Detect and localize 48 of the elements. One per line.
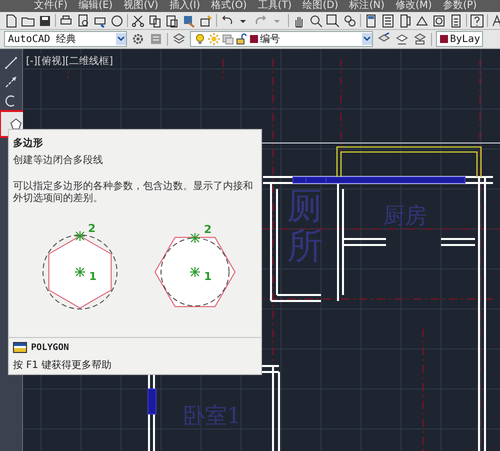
room-label: 卧室1 (183, 403, 241, 431)
ray-tool-icon (4, 75, 18, 89)
copy-icon[interactable] (148, 14, 162, 28)
color-dropdown[interactable]: ByLay (436, 31, 483, 47)
tooltip-subtitle: 创建等边闭合多段线 (13, 155, 104, 167)
padlock-icon (236, 33, 248, 45)
new-file-icon[interactable] (4, 14, 18, 28)
command-icon (13, 342, 27, 353)
layer-properties-icon[interactable] (172, 32, 186, 46)
menu-item[interactable]: 格式(O) (211, 0, 247, 12)
menu-item[interactable]: 编辑(E) (78, 0, 113, 12)
menu-item[interactable]: 参数(P) (442, 0, 477, 12)
menu-item[interactable]: 修改(M) (396, 0, 432, 12)
help-hint: 按 F1 键获得更多帮助 (13, 358, 112, 372)
menu-item[interactable]: 插入(I) (169, 0, 200, 12)
command-name: POLYGON (31, 342, 69, 352)
point-label: 2 (88, 222, 96, 235)
printer-icon[interactable] (59, 14, 73, 28)
tooltip-description: 可以指定多边形的各种参数，包含边数。显示了内接和外切选项间的差别。 (13, 181, 254, 205)
line-tool-icon (4, 56, 18, 70)
workspace-dropdown[interactable]: AutoCAD 经典 (4, 31, 127, 47)
match-properties-icon[interactable] (182, 14, 196, 28)
print-preview-icon[interactable] (76, 14, 90, 28)
sun-icon (208, 33, 220, 45)
menu-item[interactable]: 视图(V) (124, 0, 158, 12)
room-label: 厨房 (383, 203, 427, 231)
help-icon[interactable] (470, 14, 484, 28)
zoom-realtime-icon[interactable] (309, 14, 323, 28)
polygon-tool-icon (9, 117, 23, 131)
lightbulb-icon (194, 33, 206, 45)
paste-icon[interactable] (165, 14, 179, 28)
point-label: 2 (204, 223, 212, 236)
properties-icon[interactable] (364, 14, 378, 28)
point-label: 1 (204, 270, 212, 283)
room-label: 厕所 (287, 187, 323, 266)
menu-item[interactable]: 绘图(D) (302, 0, 338, 12)
layer-match-icon[interactable] (395, 32, 409, 46)
menu-item[interactable]: 工具(T) (258, 0, 292, 12)
layer-previous-icon[interactable] (413, 32, 427, 46)
layer-dropdown[interactable]: 编号 (190, 31, 373, 47)
tooltip-title: 多边形 (13, 136, 44, 150)
tool-button[interactable] (2, 55, 20, 71)
scissors-icon[interactable] (131, 14, 145, 28)
gear-icon[interactable] (131, 32, 145, 46)
zoom-window-icon[interactable] (326, 14, 340, 28)
save-icon[interactable] (38, 14, 52, 28)
point-label: 1 (89, 270, 97, 283)
viewport-label[interactable]: [-][俯视][二维线框] (26, 54, 114, 68)
